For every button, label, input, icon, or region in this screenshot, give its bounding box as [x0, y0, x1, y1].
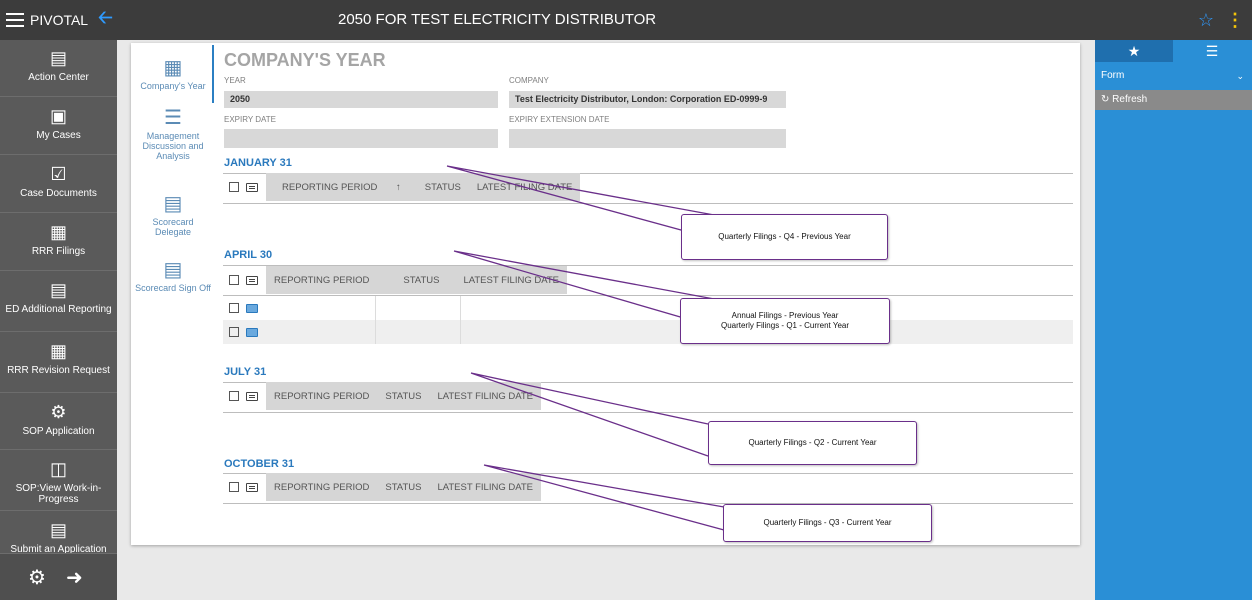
callout-4-connector [483, 464, 725, 531]
callout-3-connector [470, 372, 709, 457]
callout-q2-current-year: Quarterly Filings - Q2 - Current Year [708, 421, 917, 465]
callout-annual-q1: Annual Filings - Previous Year Quarterly… [680, 298, 890, 344]
callout-text: Quarterly Filings - Q4 - Previous Year [718, 232, 851, 241]
callout-q3-current-year: Quarterly Filings - Q3 - Current Year [723, 504, 932, 542]
callout-text: Quarterly Filings - Q3 - Current Year [763, 518, 892, 527]
callout-q4-previous-year: Quarterly Filings - Q4 - Previous Year [681, 214, 888, 260]
callout-text: Quarterly Filings - Q2 - Current Year [748, 438, 877, 447]
callout-text: Quarterly Filings - Q1 - Current Year [720, 321, 850, 330]
callout-connectors [446, 165, 726, 531]
callout-text: Annual Filings - Previous Year [731, 311, 839, 320]
